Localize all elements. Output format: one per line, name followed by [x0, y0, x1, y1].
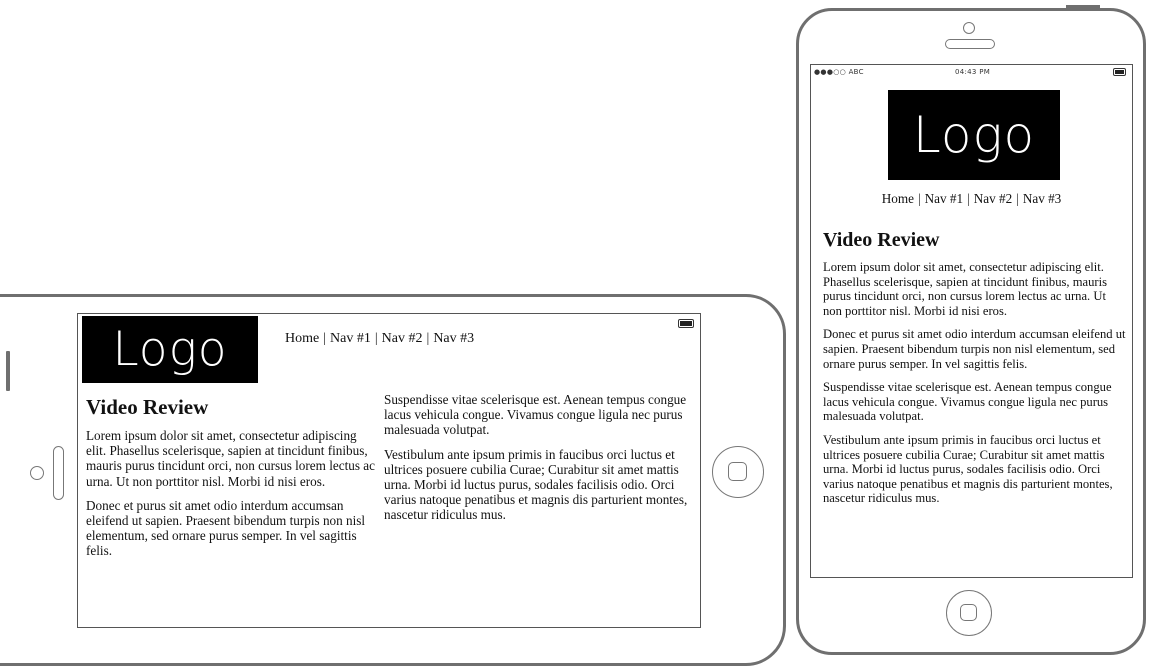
status-time: 04:43 PM [955, 68, 991, 76]
nav-1-link[interactable]: Nav #1 [330, 331, 371, 346]
nav-separator: | [917, 191, 921, 206]
article-title: Video Review [823, 229, 940, 251]
landscape-screen: Logo Home | Nav #1 | Nav #2 | Nav #3 Video Rev… [77, 313, 701, 628]
nav-2-link[interactable]: Nav #2 [974, 191, 1012, 206]
landscape-home-button[interactable] [712, 446, 764, 498]
status-carrier: ●●●○○ ABC [814, 68, 864, 76]
nav-3-link[interactable]: Nav #3 [433, 331, 474, 346]
logo[interactable]: Logo [82, 316, 258, 383]
article-paragraph: Lorem ipsum dolor sit amet, consectetur … [86, 428, 375, 489]
nav-2-link[interactable]: Nav #2 [382, 331, 423, 346]
article-paragraph: Suspendisse vitae scelerisque est. Aenea… [384, 392, 687, 438]
article-title: Video Review [86, 395, 209, 419]
status-bar: ●●●○○ ABC 04:43 PM [811, 65, 1132, 79]
nav-3-link[interactable]: Nav #3 [1023, 191, 1061, 206]
nav-home-link[interactable]: Home [285, 331, 319, 346]
nav-separator: | [967, 191, 970, 206]
nav-1-link[interactable]: Nav #1 [925, 191, 963, 206]
portrait-content: Video Review Lorem ipsum dolor sit amet,… [823, 227, 1127, 515]
portrait-home-button[interactable] [946, 590, 992, 636]
article-paragraph: Lorem ipsum dolor sit amet, consectetur … [823, 260, 1108, 318]
logo[interactable]: Logo [888, 90, 1060, 180]
landscape-column-left: Video Review Lorem ipsum dolor sit amet,… [86, 394, 376, 568]
landscape-nav: Home | Nav #1 | Nav #2 | Nav #3 [285, 331, 474, 347]
nav-separator: | [1016, 191, 1019, 206]
portrait-speaker-icon [945, 39, 995, 49]
portrait-screen: ●●●○○ ABC 04:43 PM Logo Home | Nav #1 | Nav … [810, 64, 1133, 578]
nav-separator: | [426, 331, 430, 346]
article-paragraph: Donec et purus sit amet odio interdum ac… [86, 497, 366, 559]
nav-separator: | [323, 331, 327, 346]
landscape-side-button [6, 351, 10, 391]
article-paragraph: Vestibulum ante ipsum primis in faucibus… [823, 432, 1113, 506]
landscape-column-right: Suspendisse vitae scelerisque est. Aenea… [384, 392, 688, 532]
landscape-camera-icon [30, 466, 44, 480]
nav-separator: | [374, 331, 378, 346]
article-paragraph: Suspendisse vitae scelerisque est. Aenea… [823, 380, 1112, 424]
nav-home-link[interactable]: Home [882, 191, 914, 206]
home-square-icon [728, 462, 747, 481]
battery-icon [678, 319, 694, 328]
portrait-nav: Home | Nav #1 | Nav #2 | Nav #3 [811, 191, 1132, 207]
article-paragraph: Vestibulum ante ipsum primis in faucibus… [384, 446, 688, 523]
portrait-camera-icon [963, 22, 975, 34]
home-square-icon [960, 604, 977, 621]
landscape-speaker-icon [53, 446, 64, 500]
battery-icon [1113, 68, 1126, 76]
portrait-power-button [1066, 5, 1100, 9]
article-paragraph: Donec et purus sit amet odio interdum ac… [823, 327, 1126, 371]
